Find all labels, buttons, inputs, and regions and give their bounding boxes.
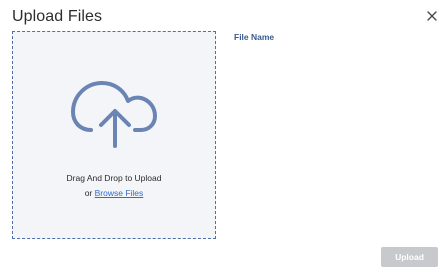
- file-name-column-header: File Name: [234, 32, 275, 42]
- drop-zone[interactable]: Drag And Drop to Upload or Browse Files: [12, 31, 216, 239]
- drop-instruction: Drag And Drop to Upload: [66, 173, 162, 183]
- upload-files-dialog: Upload Files Drag And Drop to Upload or …: [0, 0, 446, 273]
- close-button[interactable]: [425, 9, 439, 23]
- upload-button[interactable]: Upload: [381, 247, 438, 267]
- or-text: or: [84, 188, 95, 198]
- dialog-title: Upload Files: [12, 8, 103, 25]
- browse-files-link[interactable]: Browse Files: [95, 188, 144, 198]
- browse-line: or Browse Files: [13, 188, 215, 198]
- close-icon: [427, 11, 437, 21]
- cloud-upload-icon: [71, 81, 157, 148]
